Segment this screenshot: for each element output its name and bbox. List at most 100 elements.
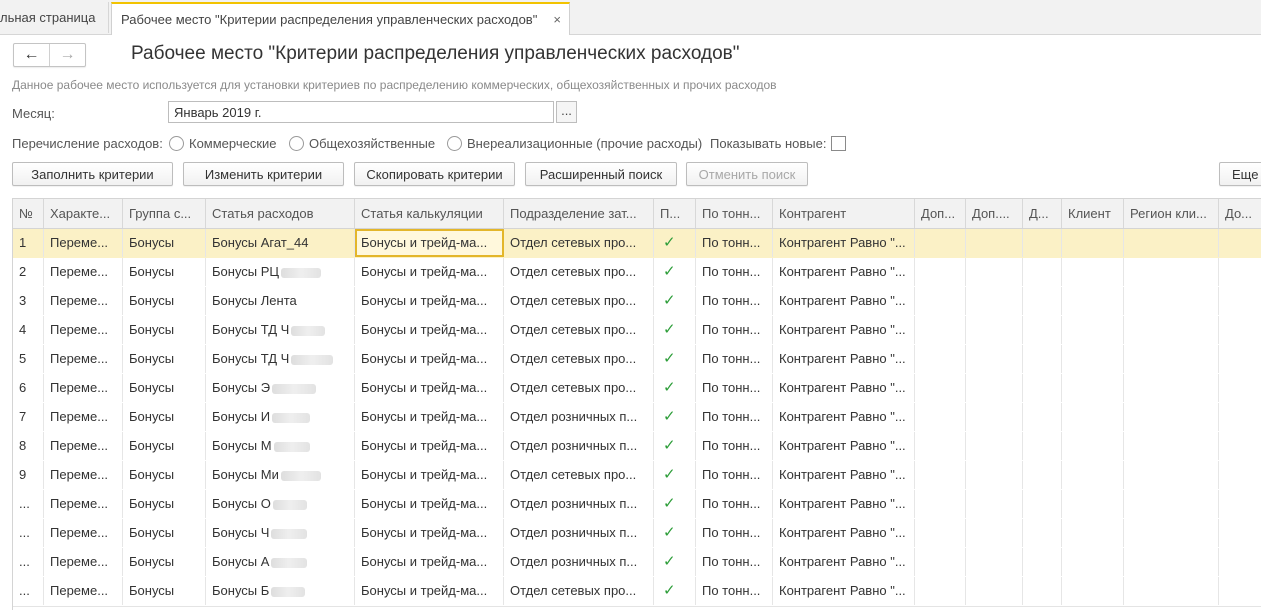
cell-article[interactable]: Бонусы И — [206, 403, 355, 431]
column-header[interactable]: Клиент — [1062, 199, 1124, 228]
check-icon[interactable]: ✓ — [654, 287, 696, 315]
check-icon[interactable]: ✓ — [654, 432, 696, 460]
cell-article[interactable]: Бонусы ТД Ч — [206, 345, 355, 373]
table-row[interactable]: 1 Переме... Бонусы Бонусы Агат_44 Бонусы и т… — [13, 229, 1261, 259]
cell-empty[interactable] — [915, 258, 966, 286]
cell-calc[interactable]: Бонусы и трейд-ма... — [355, 345, 504, 373]
cell-empty[interactable] — [966, 287, 1023, 315]
cell-tonn[interactable]: По тонн... — [696, 461, 773, 489]
cell-dept[interactable]: Отдел сетевых про... — [504, 287, 654, 315]
cell-num[interactable]: ... — [13, 490, 44, 518]
cell-empty[interactable] — [915, 403, 966, 431]
cell-char[interactable]: Переме... — [44, 229, 123, 257]
cell-tonn[interactable]: По тонн... — [696, 287, 773, 315]
table-row[interactable]: ... Переме... Бонусы Бонусы О Бонусы и трейд… — [13, 490, 1261, 520]
column-header[interactable]: Доп.... — [966, 199, 1023, 228]
cell-char[interactable]: Переме... — [44, 403, 123, 431]
cell-empty[interactable] — [1124, 519, 1219, 547]
cell-contractor[interactable]: Контрагент Равно "... — [773, 287, 915, 315]
cell-empty[interactable] — [1062, 287, 1124, 315]
cell-empty[interactable] — [915, 374, 966, 402]
cell-empty[interactable] — [1219, 316, 1261, 344]
cell-empty[interactable] — [915, 345, 966, 373]
cell-empty[interactable] — [966, 403, 1023, 431]
column-header[interactable]: Статья калькуляции — [355, 199, 504, 228]
cell-contractor[interactable]: Контрагент Равно "... — [773, 519, 915, 547]
cell-dept[interactable]: Отдел сетевых про... — [504, 229, 654, 257]
cell-dept[interactable]: Отдел сетевых про... — [504, 374, 654, 402]
fill-criteria-button[interactable]: Заполнить критерии — [12, 162, 173, 186]
check-icon[interactable]: ✓ — [654, 316, 696, 344]
cell-article[interactable]: Бонусы ТД Ч — [206, 316, 355, 344]
cell-empty[interactable] — [1219, 548, 1261, 576]
cell-contractor[interactable]: Контрагент Равно "... — [773, 403, 915, 431]
cell-empty[interactable] — [1023, 287, 1062, 315]
column-header[interactable]: Статья расходов — [206, 199, 355, 228]
cell-calc[interactable]: Бонусы и трейд-ма... — [355, 432, 504, 460]
check-icon[interactable]: ✓ — [654, 403, 696, 431]
column-header[interactable]: Д... — [1023, 199, 1062, 228]
cell-dept[interactable]: Отдел сетевых про... — [504, 577, 654, 605]
cell-empty[interactable] — [966, 316, 1023, 344]
cell-empty[interactable] — [915, 316, 966, 344]
table-row[interactable]: ... Переме... Бонусы Бонусы Ч Бонусы и трейд… — [13, 519, 1261, 549]
cell-tonn[interactable]: По тонн... — [696, 519, 773, 547]
cell-num[interactable]: 2 — [13, 258, 44, 286]
cell-tonn[interactable]: По тонн... — [696, 374, 773, 402]
cell-group[interactable]: Бонусы — [123, 374, 206, 402]
cell-empty[interactable] — [915, 548, 966, 576]
cell-empty[interactable] — [1124, 548, 1219, 576]
cell-empty[interactable] — [1062, 258, 1124, 286]
cell-group[interactable]: Бонусы — [123, 577, 206, 605]
cell-empty[interactable] — [1023, 461, 1062, 489]
cell-article[interactable]: Бонусы Э — [206, 374, 355, 402]
cell-calc[interactable]: Бонусы и трейд-ма... — [355, 519, 504, 547]
cell-empty[interactable] — [966, 229, 1023, 257]
table-row[interactable]: ... Переме... Бонусы Бонусы А Бонусы и трейд… — [13, 548, 1261, 578]
cell-num[interactable]: 7 — [13, 403, 44, 431]
cell-group[interactable]: Бонусы — [123, 345, 206, 373]
tab-home[interactable]: льная страница — [0, 2, 109, 33]
cell-empty[interactable] — [1023, 548, 1062, 576]
cell-empty[interactable] — [966, 345, 1023, 373]
cell-empty[interactable] — [966, 490, 1023, 518]
cell-empty[interactable] — [966, 374, 1023, 402]
cell-tonn[interactable]: По тонн... — [696, 403, 773, 431]
cell-empty[interactable] — [966, 461, 1023, 489]
cell-empty[interactable] — [1124, 374, 1219, 402]
cell-empty[interactable] — [966, 577, 1023, 605]
cell-empty[interactable] — [1219, 403, 1261, 431]
cell-dept[interactable]: Отдел розничных п... — [504, 403, 654, 431]
radio-nonoperating-label[interactable]: Внереализационные (прочие расходы) — [467, 136, 702, 151]
cell-empty[interactable] — [1062, 345, 1124, 373]
cell-calc[interactable]: Бонусы и трейд-ма... — [355, 316, 504, 344]
cell-char[interactable]: Переме... — [44, 461, 123, 489]
cell-num[interactable]: 9 — [13, 461, 44, 489]
cell-num[interactable]: 8 — [13, 432, 44, 460]
cell-empty[interactable] — [1124, 403, 1219, 431]
cell-article[interactable]: Бонусы Ч — [206, 519, 355, 547]
cell-calc[interactable]: Бонусы и трейд-ма... — [355, 229, 504, 257]
check-icon[interactable]: ✓ — [654, 490, 696, 518]
cell-contractor[interactable]: Контрагент Равно "... — [773, 548, 915, 576]
cell-dept[interactable]: Отдел розничных п... — [504, 548, 654, 576]
cell-group[interactable]: Бонусы — [123, 461, 206, 489]
cell-empty[interactable] — [1124, 287, 1219, 315]
check-icon[interactable]: ✓ — [654, 548, 696, 576]
cell-num[interactable]: 3 — [13, 287, 44, 315]
table-row[interactable]: 6 Переме... Бонусы Бонусы Э Бонусы и трейд-м… — [13, 374, 1261, 404]
cell-dept[interactable]: Отдел сетевых про... — [504, 258, 654, 286]
cell-empty[interactable] — [1219, 577, 1261, 605]
cell-empty[interactable] — [1124, 461, 1219, 489]
cell-empty[interactable] — [1023, 258, 1062, 286]
cell-tonn[interactable]: По тонн... — [696, 490, 773, 518]
cell-empty[interactable] — [966, 258, 1023, 286]
cell-article[interactable]: Бонусы РЦ — [206, 258, 355, 286]
column-header[interactable]: По тонн... — [696, 199, 773, 228]
cell-empty[interactable] — [1124, 258, 1219, 286]
cell-group[interactable]: Бонусы — [123, 258, 206, 286]
cell-contractor[interactable]: Контрагент Равно "... — [773, 229, 915, 257]
cell-contractor[interactable]: Контрагент Равно "... — [773, 374, 915, 402]
cell-contractor[interactable]: Контрагент Равно "... — [773, 461, 915, 489]
cell-article[interactable]: Бонусы Агат_44 — [206, 229, 355, 257]
